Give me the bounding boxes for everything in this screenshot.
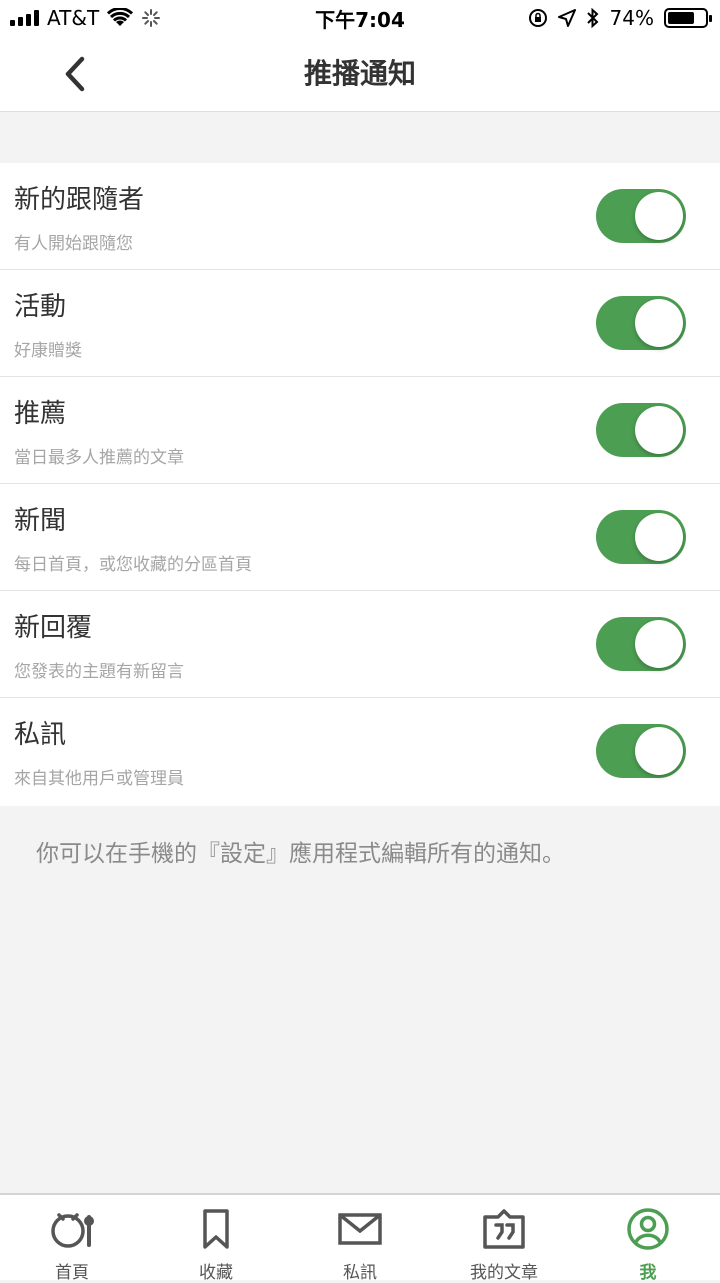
nav-bar: 推播通知	[0, 36, 720, 112]
tab-label: 我的文章	[470, 1263, 538, 1283]
toggle-knob	[635, 299, 683, 347]
quote-icon	[483, 1209, 525, 1249]
tab-label: 收藏	[199, 1263, 233, 1283]
setting-row-private-message: 私訊 來自其他用戶或管理員	[0, 698, 720, 806]
battery-icon	[664, 8, 712, 28]
toggle-knob	[635, 406, 683, 454]
tab-bar: 首頁 收藏 私訊 我的文章 我	[0, 1193, 720, 1283]
tab-messages[interactable]: 私訊	[288, 1195, 432, 1283]
status-bar: AT&T 下午7:04 74%	[0, 0, 720, 36]
chevron-left-icon	[65, 56, 85, 91]
home-icon	[51, 1213, 94, 1248]
setting-title: 新聞	[14, 506, 67, 536]
back-button[interactable]	[50, 46, 100, 101]
tab-bookmarks[interactable]: 收藏	[144, 1195, 288, 1283]
setting-description: 每日首頁，或您收藏的分區首頁	[14, 555, 252, 575]
tab-me[interactable]: 我	[576, 1195, 720, 1283]
status-time: 下午7:04	[315, 7, 405, 32]
setting-row-recommend: 推薦 當日最多人推薦的文章	[0, 377, 720, 484]
new-reply-toggle[interactable]	[596, 617, 686, 671]
tab-my-articles[interactable]: 我的文章	[432, 1195, 576, 1283]
setting-description: 您發表的主題有新留言	[14, 662, 184, 682]
new-follower-toggle[interactable]	[596, 189, 686, 243]
tab-label: 首頁	[55, 1263, 89, 1283]
setting-title: 新回覆	[14, 613, 93, 643]
tab-label: 我	[639, 1263, 657, 1283]
news-toggle[interactable]	[596, 510, 686, 564]
recommend-toggle[interactable]	[596, 403, 686, 457]
setting-description: 來自其他用戶或管理員	[14, 769, 184, 789]
mail-icon	[338, 1213, 382, 1245]
setting-row-new-follower: 新的跟隨者 有人開始跟隨您	[0, 163, 720, 270]
tab-label: 私訊	[343, 1263, 377, 1283]
page-title: 推播通知	[303, 57, 416, 90]
setting-title: 私訊	[14, 720, 67, 750]
tab-home[interactable]: 首頁	[0, 1195, 144, 1283]
private-message-toggle[interactable]	[596, 724, 686, 778]
setting-title: 推薦	[14, 399, 67, 429]
setting-description: 好康贈獎	[14, 341, 82, 361]
setting-title: 活動	[14, 292, 67, 322]
setting-row-new-reply: 新回覆 您發表的主題有新留言	[0, 591, 720, 698]
setting-title: 新的跟隨者	[14, 185, 145, 215]
toggle-knob	[635, 192, 683, 240]
settings-list: 新的跟隨者 有人開始跟隨您 活動 好康贈獎 推薦 當日最多人推薦的文章 新聞 每…	[0, 163, 720, 806]
toggle-knob	[635, 513, 683, 561]
footer-note: 你可以在手機的『設定』應用程式編輯所有的通知。	[36, 841, 565, 867]
toggle-knob	[635, 620, 683, 668]
setting-description: 有人開始跟隨您	[14, 234, 133, 254]
events-toggle[interactable]	[596, 296, 686, 350]
toggle-knob	[635, 727, 683, 775]
setting-row-events: 活動 好康贈獎	[0, 270, 720, 377]
setting-row-news: 新聞 每日首頁，或您收藏的分區首頁	[0, 484, 720, 591]
setting-description: 當日最多人推薦的文章	[14, 448, 184, 468]
bookmark-icon	[203, 1209, 229, 1249]
user-icon	[627, 1208, 669, 1250]
